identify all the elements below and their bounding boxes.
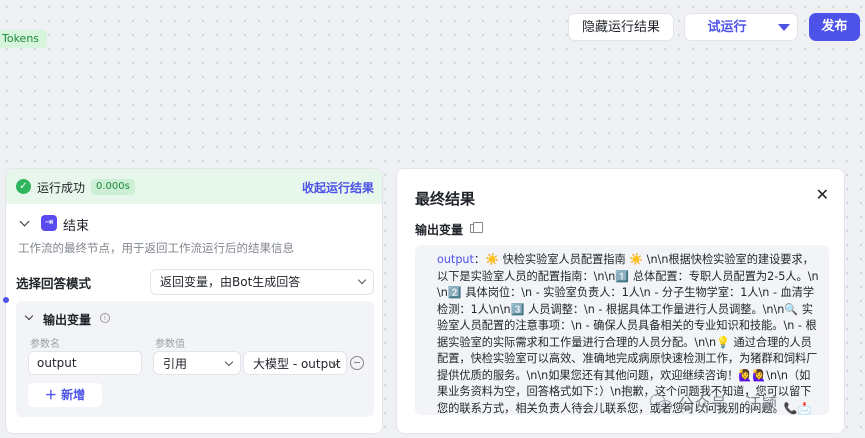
chevron-down-icon[interactable] bbox=[24, 311, 34, 321]
reference-source-select[interactable]: 大模型 - output bbox=[243, 351, 347, 375]
check-circle-icon: ✓ bbox=[16, 179, 31, 194]
tokens-chip: Tokens bbox=[0, 30, 48, 48]
output-label: 输出变量 bbox=[415, 223, 464, 237]
param-value-header: 参数值 bbox=[155, 339, 185, 350]
copy-icon[interactable] bbox=[470, 222, 483, 233]
answer-mode-value: 返回变量，由Bot生成回答 bbox=[160, 275, 301, 289]
collapse-results-link[interactable]: 收起运行结果 bbox=[302, 179, 374, 196]
hide-results-button[interactable]: 隐藏运行结果 bbox=[568, 13, 674, 41]
param-name-header: 参数名 bbox=[30, 339, 60, 350]
remove-param-icon[interactable] bbox=[350, 356, 364, 370]
node-description: 工作流的最终节点，用于返回工作流运行后的结果信息 bbox=[18, 241, 294, 255]
param-name-input[interactable]: output bbox=[28, 351, 142, 375]
add-param-button[interactable]: ＋ 新增 bbox=[28, 383, 102, 407]
watermark: 公众号 · 汪颖 bbox=[650, 392, 778, 414]
result-text: ：☀️ 快检实验室人员配置指南 ☀️ \n\n根据快检实验室的建设要求，以下是实… bbox=[437, 253, 819, 415]
chevron-down-icon[interactable] bbox=[19, 216, 30, 227]
output-section-title: 输出变量 bbox=[43, 313, 92, 327]
result-panel-title: 最终结果 bbox=[415, 190, 476, 208]
reference-source-value: 大模型 - output bbox=[253, 357, 341, 371]
chevron-down-icon[interactable] bbox=[769, 14, 799, 40]
result-content: output：☀️ 快检实验室人员配置指南 ☀️ \n\n根据快检实验室的建设要… bbox=[415, 245, 829, 415]
output-variables-section: 输出变量 i 参数名 参数值 output 引用 大模型 - output ＋ … bbox=[16, 301, 374, 417]
watermark-text: 公众号 · 汪颖 bbox=[678, 395, 779, 413]
test-run-button[interactable]: 试运行 bbox=[684, 13, 798, 41]
reference-type-value: 引用 bbox=[163, 357, 188, 371]
node-connector-handle[interactable] bbox=[3, 297, 9, 303]
end-node-panel: ✓ 运行成功 0.000s 收起运行结果 ⇥ 结束 工作流的最终节点，用于返回工… bbox=[5, 168, 383, 434]
wechat-logo-icon bbox=[650, 393, 672, 413]
chevron-down-icon bbox=[224, 357, 234, 367]
publish-button[interactable]: 发布 bbox=[809, 13, 860, 41]
run-status-text: 运行成功 bbox=[37, 181, 86, 195]
close-icon[interactable]: ✕ bbox=[816, 186, 829, 204]
duration-badge: 0.000s bbox=[91, 179, 135, 195]
reference-type-select[interactable]: 引用 bbox=[153, 351, 241, 375]
answer-mode-label: 选择回答模式 bbox=[16, 276, 92, 291]
info-icon[interactable]: i bbox=[100, 313, 110, 323]
result-key: output bbox=[437, 253, 474, 266]
plus-icon: ＋ bbox=[44, 388, 62, 402]
add-param-label: 新增 bbox=[61, 388, 86, 402]
end-node-icon: ⇥ bbox=[41, 215, 57, 231]
run-status-bar: ✓ 运行成功 0.000s 收起运行结果 bbox=[6, 169, 382, 204]
chevron-down-icon bbox=[357, 275, 367, 285]
node-title: 结束 bbox=[63, 219, 90, 234]
test-run-label[interactable]: 试运行 bbox=[685, 14, 769, 42]
answer-mode-select[interactable]: 返回变量，由Bot生成回答 bbox=[150, 269, 374, 295]
